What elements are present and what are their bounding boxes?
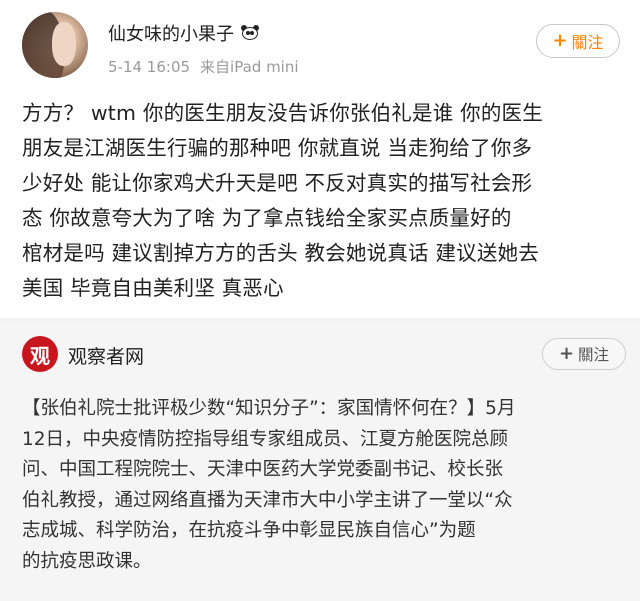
post-body: 方方？ wtm 你的医生朋友没告诉你张伯礼是谁 你的医生 朋友是江湖医生行骗的那…: [22, 96, 622, 306]
post-line: 态 你故意夸大为了啥 为了拿点钱给全家买点质量好的: [22, 206, 512, 230]
post-line: 方方？ wtm 你的医生朋友没告诉你张伯礼是谁 你的医生: [22, 101, 543, 125]
post-line: 少好处 能让你家鸡犬升天是吧 不反对真实的描写社会形: [22, 171, 533, 195]
source-follow-label: 關注: [578, 346, 610, 364]
repost-line: 12日，中央疫情防控指导组专家组成员、江夏方舱医院总顾: [22, 428, 509, 450]
repost-line: 【张伯礼院士批评极少数“知识分子”：家国情怀何在？】5月: [22, 398, 516, 419]
follow-button[interactable]: + 關注: [536, 24, 620, 58]
post-line: 美国 毕竟自由美利坚 真恶心: [22, 276, 284, 300]
repost-line: 的抗疫思政课。: [22, 550, 152, 572]
username[interactable]: 仙女味的小果子: [108, 20, 260, 46]
source-name[interactable]: 观察者网: [68, 342, 144, 369]
repost-line: 伯礼教授，通过网络直播为天津市大中小学主讲了一堂以“众: [22, 489, 513, 511]
repost-header: 观 观察者网 + 關注: [0, 322, 640, 388]
post-source: 来自iPad mini: [200, 58, 299, 76]
repost-card[interactable]: 观 观察者网 + 關注 【张伯礼院士批评极少数“知识分子”：家国情怀何在？】5月 …: [0, 322, 640, 601]
panda-icon: [240, 25, 260, 41]
post-meta: 5-14 16:05 来自iPad mini: [108, 56, 299, 77]
plus-icon: +: [552, 30, 568, 51]
source-logo-char: 观: [30, 343, 50, 368]
weibo-post: 仙女味的小果子 5-14 16:05 来自iPad mini + 關注 方方？ wt…: [0, 0, 640, 318]
plus-icon: +: [558, 343, 575, 364]
source-follow-button[interactable]: + 關注: [542, 338, 626, 370]
follow-label: 關注: [571, 33, 604, 52]
post-header: 仙女味的小果子 5-14 16:05 来自iPad mini + 關注: [0, 0, 640, 88]
repost-body: 【张伯礼院士批评极少数“知识分子”：家国情怀何在？】5月 12日，中央疫情防控指…: [22, 394, 622, 577]
repost-line: 问、中国工程院院士、天津中医药大学党委副书记、校长张: [22, 459, 504, 480]
post-line: 朋友是江湖医生行骗的那种吧 你就直说 当走狗给了你多: [22, 136, 533, 160]
user-avatar[interactable]: [22, 12, 88, 78]
post-date: 5-14 16:05: [108, 58, 191, 76]
source-logo[interactable]: 观: [22, 336, 58, 372]
repost-line: 志成城、科学防治，在抗疫斗争中彰显民族自信心”为题: [22, 520, 476, 541]
post-line: 棺材是吗 建议割掉方方的舌头 教会她说真话 建议送她去: [22, 241, 539, 265]
username-text[interactable]: 仙女味的小果子: [108, 24, 234, 45]
